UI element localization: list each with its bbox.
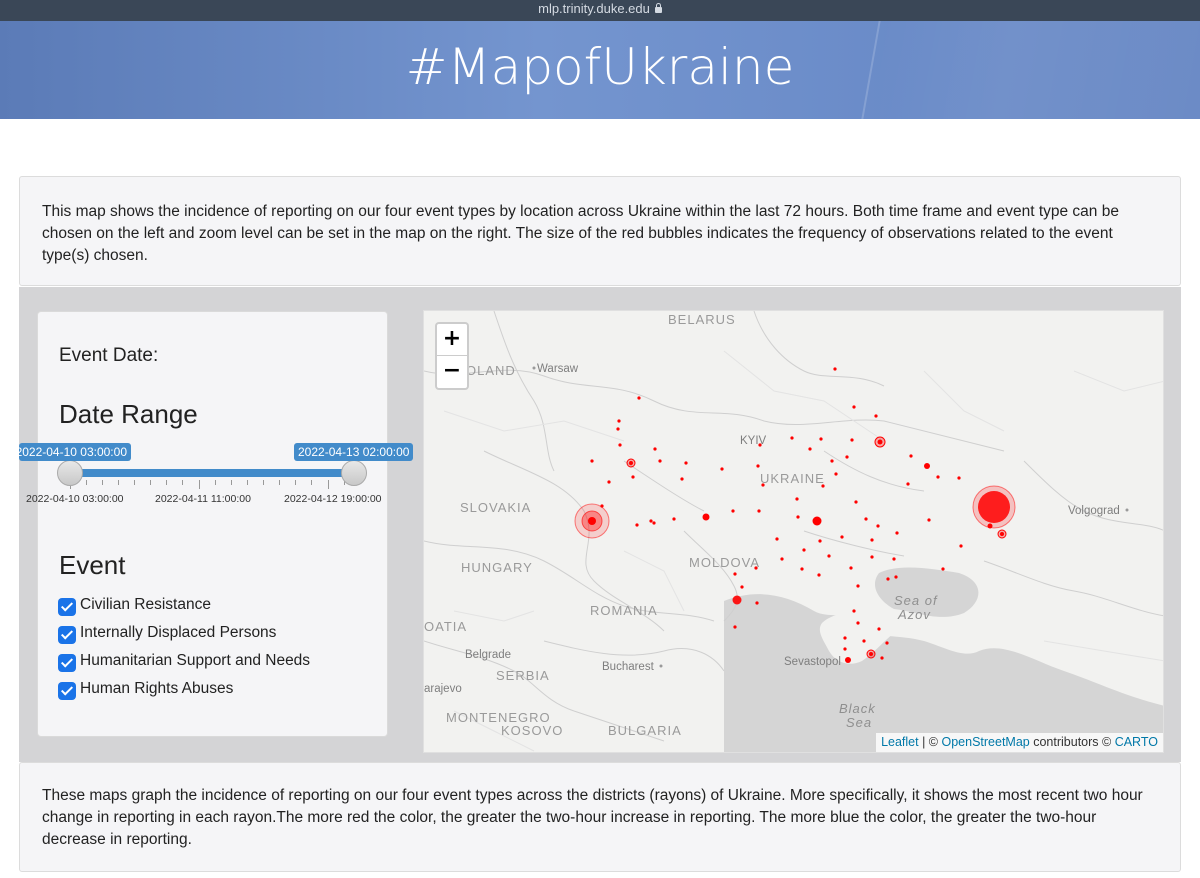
slider-ticks: [70, 480, 354, 490]
intro-text: This map shows the incidence of reportin…: [42, 203, 1119, 264]
event-bubble: [877, 439, 883, 445]
map-label: SLOVAKIA: [460, 500, 531, 515]
lock-icon: [654, 3, 662, 13]
page-title: #MapofUkraine: [405, 38, 795, 96]
event-option-label: Internally Displaced Persons: [80, 624, 277, 641]
outro-text: These maps graph the incidence of report…: [42, 787, 1143, 848]
sea-label: Sea: [846, 715, 872, 730]
map-zoom-control: + −: [435, 322, 469, 390]
map-label: OATIA: [424, 619, 467, 634]
slider-handle-to[interactable]: [341, 460, 367, 486]
map-city-label: KYIV: [740, 435, 767, 447]
sea-label: Black: [839, 701, 876, 716]
event-bubble: [924, 463, 930, 469]
checkbox-checked-icon[interactable]: [58, 682, 76, 700]
map-label: OLAND: [466, 363, 516, 378]
carto-link[interactable]: CARTO: [1115, 735, 1158, 749]
event-bubble: [869, 652, 873, 656]
filter-sidebar: Event Date: Date Range Event: [37, 311, 388, 737]
checkbox-checked-icon[interactable]: [58, 654, 76, 672]
event-bubble: [588, 517, 596, 525]
outro-panel: These maps graph the incidence of report…: [19, 762, 1181, 872]
map-city-label: arajevo: [424, 683, 462, 695]
slider-handle-from[interactable]: [57, 460, 83, 486]
black-sea-water: [724, 594, 1163, 752]
sea-label: Azov: [897, 607, 931, 622]
slider-tick-label: 2022-04-10 03:00:00: [26, 493, 124, 505]
slider-from-tooltip: 2022-04-10 03:00:00: [19, 443, 131, 461]
zoom-out-button[interactable]: −: [437, 356, 467, 388]
event-bubble: [812, 516, 822, 526]
event-option-label: Human Rights Abuses: [80, 680, 234, 697]
url-text: mlp.trinity.duke.edu: [538, 1, 650, 16]
map-city-label: Volgograd: [1068, 505, 1120, 517]
event-bubble: [987, 523, 993, 529]
leaflet-link[interactable]: Leaflet: [881, 735, 919, 749]
map-label: KOSOVO: [501, 723, 563, 738]
map-city-label: Warsaw: [537, 363, 579, 375]
event-bubble: [1000, 532, 1004, 536]
map-label: BELARUS: [668, 312, 736, 327]
map-label: SERBIA: [496, 668, 550, 683]
leaflet-map[interactable]: BELARUS OLAND Warsaw KYIV UKRAINE SLOVAK…: [423, 310, 1164, 753]
zoom-in-button[interactable]: +: [437, 324, 467, 356]
event-option-label: Humanitarian Support and Needs: [80, 652, 311, 669]
map-attribution: Leaflet | © OpenStreetMap contributors ©…: [876, 733, 1163, 752]
page-header-banner: #MapofUkraine: [0, 21, 1200, 119]
event-bubble: [732, 595, 742, 605]
event-date-label: Event Date:: [59, 345, 159, 366]
map-city-label: Bucharest: [602, 661, 655, 673]
slider-tick-label: 2022-04-11 11:00:00: [155, 493, 251, 505]
browser-url-bar[interactable]: mlp.trinity.duke.edu: [0, 0, 1200, 21]
event-heading: Event: [59, 550, 126, 580]
map-label: HUNGARY: [461, 560, 533, 575]
slider-selected-range[interactable]: [70, 469, 354, 477]
event-bubble: [978, 491, 1010, 523]
map-basemap[interactable]: BELARUS OLAND Warsaw KYIV UKRAINE SLOVAK…: [424, 311, 1164, 753]
map-label: MOLDOVA: [689, 555, 760, 570]
event-bubble: [629, 461, 633, 465]
event-option-label: Civilian Resistance: [80, 596, 211, 613]
slider-to-tooltip: 2022-04-13 02:00:00: [294, 443, 413, 461]
map-label: UKRAINE: [760, 471, 825, 486]
checkbox-checked-icon[interactable]: [58, 598, 76, 616]
date-range-heading: Date Range: [59, 399, 198, 429]
event-bubble: [702, 513, 710, 521]
openstreetmap-link[interactable]: OpenStreetMap: [942, 735, 1030, 749]
checkbox-checked-icon[interactable]: [58, 626, 76, 644]
slider-tick-label: 2022-04-12 19:00:00: [284, 493, 382, 505]
map-city-label: Belgrade: [465, 649, 511, 661]
map-label: BULGARIA: [608, 723, 682, 738]
intro-panel: This map shows the incidence of reportin…: [19, 176, 1181, 286]
event-bubble: [845, 657, 851, 663]
map-label: ROMANIA: [590, 603, 658, 618]
map-city-label: Sevastopol: [784, 656, 841, 668]
sea-label: Sea of: [894, 593, 938, 608]
